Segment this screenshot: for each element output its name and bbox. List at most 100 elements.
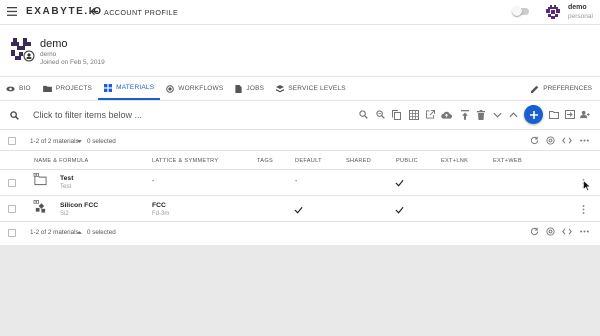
radio-icon [166, 84, 175, 93]
material-name[interactable]: Test [60, 175, 73, 182]
material-name[interactable]: Silicon FCC [60, 202, 98, 209]
tab-label: MATERIALS [116, 84, 155, 91]
trash-icon[interactable] [475, 109, 486, 120]
file-icon [235, 84, 243, 93]
material-folder-icon [33, 172, 47, 186]
code-icon[interactable] [562, 137, 572, 144]
mouse-cursor-icon [583, 180, 591, 191]
row-divider [0, 195, 600, 196]
public-check-icon [395, 205, 404, 214]
copy-icon[interactable] [391, 109, 402, 120]
refresh-icon[interactable] [530, 136, 539, 145]
chevron-up-icon[interactable] [508, 109, 519, 120]
default-check-icon [294, 205, 303, 214]
tab-service-levels[interactable]: SERVICE LEVELS [270, 77, 352, 100]
tab-label: SERVICE LEVELS [288, 85, 346, 92]
preferences-label: PREFERENCES [543, 85, 592, 92]
zoom-search-icon[interactable] [375, 109, 386, 120]
material-default: - [295, 178, 298, 185]
material-lattice: FCC [152, 202, 166, 209]
tab-label: PROJECTS [55, 85, 93, 92]
column-header-tags[interactable]: TAGS [257, 158, 273, 164]
material-symmetry: Fd-3m [152, 211, 170, 217]
tab-materials[interactable]: MATERIALS [98, 77, 161, 100]
column-header-shared[interactable]: SHARED [346, 158, 371, 164]
share-users-icon[interactable] [580, 109, 591, 120]
public-check-icon [395, 178, 404, 187]
preferences-button[interactable]: PREFERENCES [531, 77, 592, 100]
layers-icon [276, 84, 285, 93]
tab-workflows[interactable]: WORKFLOWS [160, 77, 229, 100]
tab-jobs[interactable]: JOBS [229, 77, 270, 100]
menu-icon[interactable] [7, 7, 17, 16]
eye-icon [6, 86, 15, 92]
tab-bio[interactable]: BIO [0, 77, 37, 100]
settings-circle-icon[interactable] [546, 136, 555, 145]
column-header-public[interactable]: PUBLIC [396, 158, 418, 164]
pencil-icon [531, 85, 539, 93]
row-menu-icon[interactable] [581, 204, 585, 214]
material-lattice: - [152, 178, 155, 185]
selected-count: 0 selected [87, 138, 116, 145]
column-header-name[interactable]: NAME & FORMULA [34, 158, 89, 164]
profile-joined-date: Joined on Feb 5, 2019 [40, 59, 105, 66]
plus-icon [529, 110, 538, 119]
publish-icon[interactable] [459, 109, 470, 120]
back-arrow-icon[interactable] [90, 7, 99, 16]
search-icon [10, 110, 19, 120]
theme-toggle[interactable] [512, 6, 529, 16]
pagination-divider [0, 150, 600, 151]
tab-projects[interactable]: PROJECTS [37, 77, 98, 100]
profile-handle: demo [40, 51, 57, 58]
top-header: EXABYTE.IO ACCOUNT PROFILE demo personal [0, 0, 600, 24]
caret-up-icon[interactable] [77, 231, 82, 234]
row-divider [0, 221, 600, 222]
chevron-down-icon[interactable] [492, 109, 503, 120]
filter-input[interactable] [33, 110, 333, 120]
tab-label: JOBS [246, 85, 265, 92]
open-external-icon[interactable] [425, 109, 436, 120]
tab-label: BIO [19, 85, 31, 92]
profile-name: demo [40, 38, 68, 50]
pagination-range[interactable]: 1-2 of 2 materials [30, 138, 79, 145]
refresh-icon[interactable] [530, 227, 539, 236]
row-checkbox[interactable] [8, 179, 16, 187]
app-shell: EXABYTE.IO ACCOUNT PROFILE demo personal [0, 0, 600, 245]
tab-label: WORKFLOWS [178, 85, 224, 92]
row-checkbox[interactable] [8, 205, 16, 213]
tabs-divider [0, 100, 600, 101]
selected-count: 0 selected [87, 229, 116, 236]
user-name[interactable]: demo [568, 4, 587, 11]
more-horizontal-icon[interactable] [580, 139, 589, 142]
folder-outline-icon[interactable] [548, 109, 559, 120]
column-header-default[interactable]: DEFAULT [295, 158, 322, 164]
settings-circle-icon[interactable] [546, 227, 555, 236]
select-all-checkbox[interactable] [8, 137, 16, 145]
import-icon[interactable] [564, 109, 575, 120]
search-icon[interactable] [358, 109, 369, 120]
header-divider [0, 24, 600, 25]
more-horizontal-icon[interactable] [580, 230, 589, 233]
toolbar-divider [0, 129, 600, 130]
pagination-range[interactable]: 1-2 of 2 materials [30, 229, 79, 236]
code-icon[interactable] [562, 228, 572, 235]
grid-icon [104, 83, 113, 92]
add-material-button[interactable] [524, 105, 543, 124]
crystal-structure-icon [33, 199, 47, 213]
column-header-ext-lnk[interactable]: EXT+LNK [441, 158, 468, 164]
table-icon[interactable] [408, 109, 419, 120]
material-formula: Si2 [60, 211, 69, 217]
header-row-divider [0, 169, 600, 170]
cloud-upload-icon[interactable] [441, 109, 452, 120]
select-all-checkbox[interactable] [8, 229, 16, 237]
page-title: ACCOUNT PROFILE [104, 8, 179, 17]
profile-avatar [9, 36, 35, 62]
caret-down-icon[interactable] [77, 140, 82, 143]
folder-icon [42, 85, 52, 92]
user-role: personal [568, 13, 593, 20]
column-header-lattice[interactable]: LATTICE & SYMMETRY [152, 158, 218, 164]
material-formula: Test [60, 184, 72, 190]
user-avatar[interactable] [545, 4, 561, 20]
profile-tabs: BIO PROJECTS MATERIALS WORKFLOWS JOBS SE… [0, 77, 600, 100]
column-header-ext-web[interactable]: EXT+WEB [493, 158, 522, 164]
